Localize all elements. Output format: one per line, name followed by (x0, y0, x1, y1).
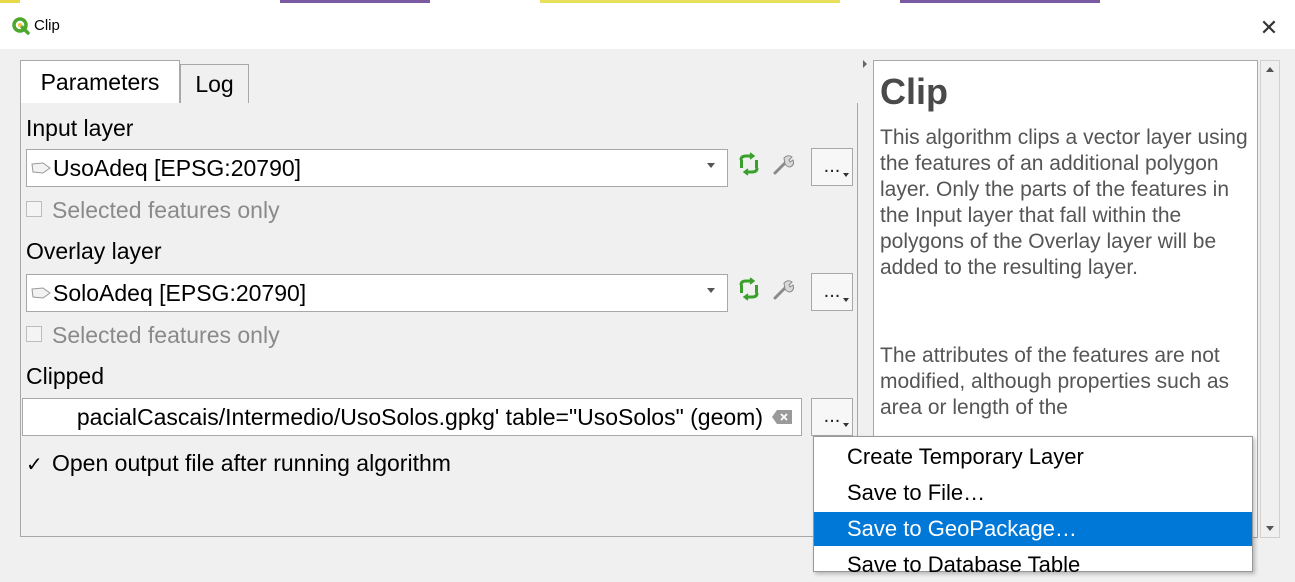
input-layer-combo[interactable]: UsoAdeq [EPSG:20790] (26, 149, 728, 187)
polygon-layer-icon (31, 287, 51, 299)
output-options-menu: Create Temporary Layer Save to File… Sav… (813, 436, 1253, 577)
overlay-layer-combo[interactable]: SoloAdeq [EPSG:20790] (26, 274, 728, 312)
input-layer-label: Input layer (26, 115, 134, 141)
clipped-label: Clipped (26, 363, 104, 389)
open-output-label: Open output file after running algorithm (52, 450, 451, 476)
clipped-output-value: pacialCascais/Intermedio/UsoSolos.gpkg' … (76, 403, 763, 430)
menu-item-create-temporary-layer[interactable]: Create Temporary Layer (814, 440, 1252, 474)
clipped-output-field[interactable]: pacialCascais/Intermedio/UsoSolos.gpkg' … (22, 398, 802, 436)
close-icon[interactable]: ✕ (1253, 13, 1285, 43)
title-bar: Clip ✕ (0, 5, 1295, 49)
more-label: ... (823, 405, 841, 427)
overlay-selected-only-checkbox[interactable] (26, 326, 42, 342)
clipped-more-button[interactable]: ... (811, 398, 853, 436)
more-label: ... (823, 155, 841, 177)
clear-icon[interactable] (771, 409, 793, 425)
wrench-icon[interactable] (770, 277, 796, 303)
splitter-handle[interactable] (863, 60, 867, 68)
chevron-down-icon (707, 288, 715, 293)
input-selected-only-label: Selected features only (52, 197, 280, 223)
more-label: ... (823, 280, 841, 302)
input-selected-only-checkbox[interactable] (26, 201, 42, 217)
polygon-layer-icon (31, 162, 51, 174)
scroll-up-icon[interactable] (1266, 67, 1274, 72)
help-title: Clip (880, 71, 948, 112)
tab-log[interactable]: Log (180, 64, 249, 104)
overlay-layer-more-button[interactable]: ... (811, 273, 853, 311)
iterate-icon[interactable] (736, 277, 762, 303)
overlay-selected-only-label: Selected features only (52, 322, 280, 348)
qgis-logo-icon (12, 17, 30, 35)
help-scrollbar[interactable] (1260, 60, 1280, 538)
overlay-layer-value: SoloAdeq [EPSG:20790] (53, 279, 307, 306)
iterate-icon[interactable] (736, 152, 762, 178)
scroll-down-icon[interactable] (1266, 526, 1274, 531)
help-paragraph-2: The attributes of the features are not m… (880, 344, 1230, 419)
input-layer-more-button[interactable]: ... (811, 148, 853, 186)
wrench-icon[interactable] (770, 152, 796, 178)
scrollbar-thumb[interactable] (1263, 83, 1277, 513)
open-output-checkbox[interactable]: ✓ (26, 452, 43, 477)
input-layer-value: UsoAdeq [EPSG:20790] (53, 154, 302, 181)
menu-item-save-to-database-table[interactable]: Save to Database Table (814, 548, 1252, 582)
chevron-down-icon (707, 163, 715, 168)
menu-item-save-to-file[interactable]: Save to File… (814, 476, 1252, 510)
overlay-layer-label: Overlay layer (26, 238, 162, 264)
tab-parameters[interactable]: Parameters (20, 60, 180, 104)
menu-item-save-to-geopackage[interactable]: Save to GeoPackage… (814, 512, 1252, 546)
help-paragraph-1: This algorithm clips a vector layer usin… (880, 126, 1248, 279)
window-title: Clip (34, 17, 60, 34)
